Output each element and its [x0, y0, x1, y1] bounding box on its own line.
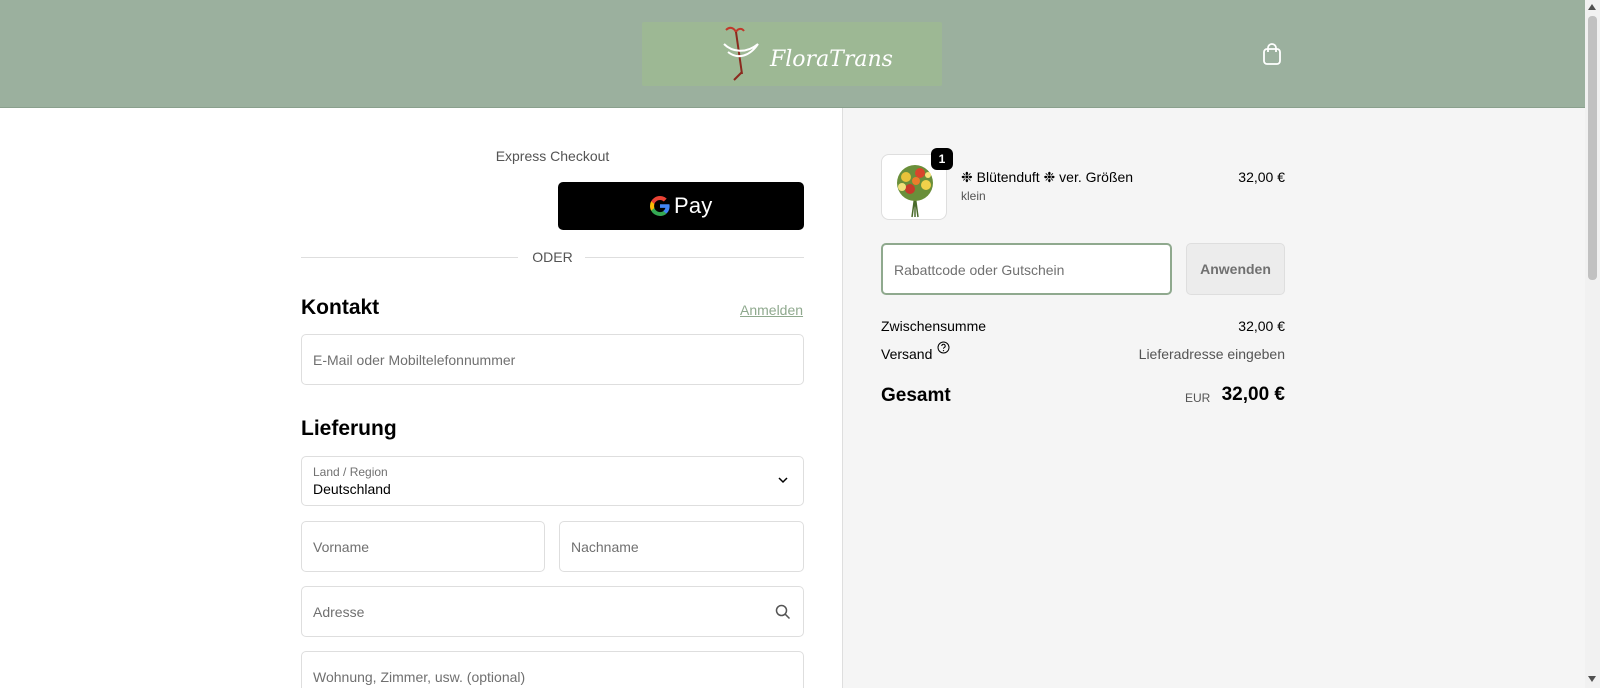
subtotal-value: 32,00 € — [1238, 318, 1285, 334]
country-select[interactable]: Land / Region Deutschland — [301, 456, 804, 506]
chevron-down-icon — [778, 477, 788, 484]
shipping-value: Lieferadresse eingeben — [1138, 346, 1285, 362]
google-pay-button[interactable]: Pay — [558, 182, 804, 230]
apartment-field[interactable]: Wohnung, Zimmer, usw. (optional) — [301, 651, 804, 688]
checkout-form: Express Checkout Pay ODER Kontakt Anmeld… — [0, 108, 842, 688]
page-scrollbar[interactable] — [1585, 0, 1600, 688]
contact-heading: Kontakt — [301, 296, 380, 319]
divider-line-right — [585, 257, 804, 258]
or-divider: ODER — [301, 247, 804, 267]
address-field[interactable]: Adresse — [301, 586, 804, 637]
search-icon — [775, 604, 791, 620]
delivery-heading: Lieferung — [301, 417, 397, 440]
country-value: Deutschland — [313, 481, 391, 497]
quantity-badge: 1 — [931, 148, 953, 170]
first-name-field[interactable]: Vorname — [301, 521, 545, 572]
total-currency: EUR — [1185, 391, 1211, 405]
scroll-down-arrow[interactable] — [1588, 676, 1596, 682]
total-label: Gesamt — [881, 385, 951, 406]
google-pay-label: Pay — [674, 193, 713, 218]
product-name: ❉ Blütenduft ❉ ver. Größen — [961, 169, 1134, 185]
shipping-label: Versand — [881, 346, 933, 362]
express-checkout-title: Express Checkout — [495, 148, 610, 164]
store-logo[interactable]: FloraTrans — [642, 22, 942, 86]
product-price: 32,00 € — [1238, 169, 1285, 185]
discount-code-placeholder: Rabattcode oder Gutschein — [894, 262, 1065, 278]
discount-code-field[interactable]: Rabattcode oder Gutschein — [881, 243, 1172, 295]
help-circle-icon[interactable] — [937, 341, 950, 354]
scroll-up-arrow[interactable] — [1588, 4, 1596, 10]
product-variant: klein — [961, 189, 986, 203]
apply-discount-button[interactable]: Anwenden — [1186, 243, 1285, 295]
apartment-placeholder: Wohnung, Zimmer, usw. (optional) — [313, 669, 526, 685]
total-value: 32,00 € — [1221, 384, 1285, 405]
shopping-bag-icon — [1263, 43, 1281, 65]
last-name-field[interactable]: Nachname — [559, 521, 804, 572]
login-link[interactable]: Anmelden — [740, 302, 803, 318]
cart-button[interactable] — [1260, 42, 1284, 66]
country-label: Land / Region — [313, 465, 388, 479]
floratrans-logo-mark: FloraTrans — [723, 26, 893, 81]
scroll-thumb[interactable] — [1588, 16, 1597, 280]
first-name-placeholder: Vorname — [313, 539, 370, 555]
subtotal-label: Zwischensumme — [881, 318, 987, 334]
email-field[interactable]: E-Mail oder Mobiltelefonnummer — [301, 334, 804, 385]
google-g-icon — [650, 196, 670, 216]
address-placeholder: Adresse — [313, 604, 365, 620]
last-name-placeholder: Nachname — [571, 539, 639, 555]
email-placeholder: E-Mail oder Mobiltelefonnummer — [313, 352, 516, 368]
site-header: FloraTrans — [0, 0, 1585, 108]
svg-text:FloraTrans: FloraTrans — [769, 47, 893, 72]
